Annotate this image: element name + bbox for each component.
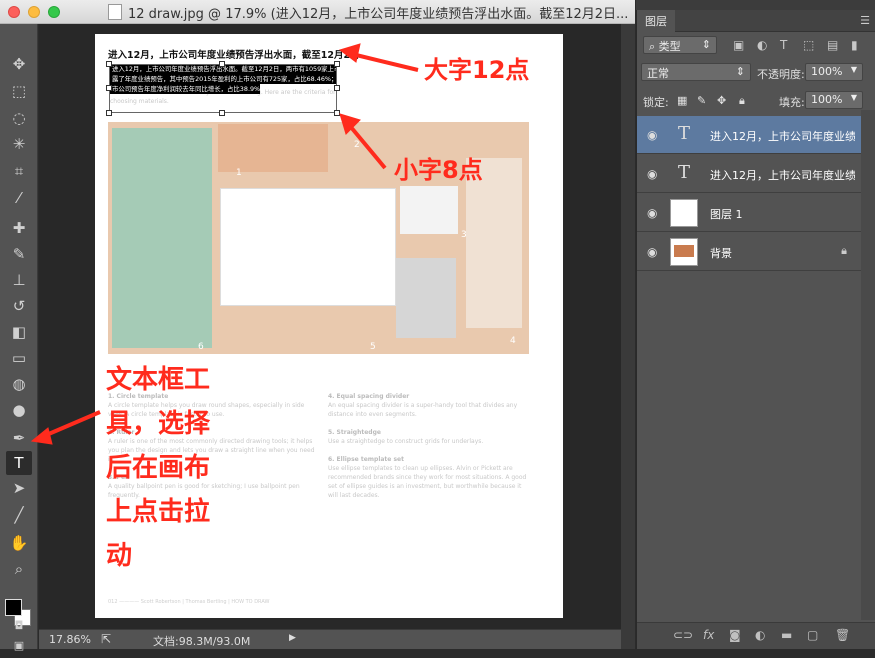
adjustment-layer-icon[interactable]: ◐ [755, 628, 765, 642]
arrow-type-tool [43, 410, 101, 438]
layer-name: 进入12月，上市公司年度业绩... [710, 130, 855, 143]
chevron-down-icon: ▼ [850, 65, 857, 74]
arrow-big-text [351, 52, 419, 72]
status-menu-arrow-icon[interactable]: ▶ [289, 633, 296, 643]
chevron-icon: ⇕ [735, 65, 745, 78]
text-layer-icon: T [677, 123, 690, 144]
eye-icon[interactable]: ◉ [647, 206, 657, 220]
layer-row[interactable]: ◉ T 进入12月，上市公司年度业绩... [637, 116, 861, 154]
filter-shape-icon[interactable]: ⬚ [803, 38, 814, 52]
document-size: 文档:98.3M/93.0M [153, 635, 251, 648]
layer-name: 进入12月，上市公司年度业绩... [710, 169, 855, 182]
panel-dock-bar [636, 0, 875, 10]
tab-layers[interactable]: 图层 [637, 10, 675, 32]
annotation-line: 上点击拉 [106, 497, 211, 527]
fill-value: 100% [811, 93, 843, 106]
annotation-tool-note: 文本框工 具，选择 后在画布 上点击拉 动 [106, 358, 210, 578]
delete-layer-icon[interactable]: 🗑︎ [835, 628, 850, 642]
layer-row[interactable]: ◉ T 进入12月，上市公司年度业绩... [637, 155, 861, 193]
filter-label: 类型 [658, 40, 681, 53]
blend-mode-value: 正常 [647, 67, 669, 80]
lock-label: 锁定: [643, 96, 669, 109]
chevron-down-icon: ▼ [850, 93, 857, 102]
layer-row[interactable]: ◉ 图层 1 [637, 194, 861, 232]
fill-field[interactable]: 100% ▼ [805, 91, 863, 109]
opacity-label: 不透明度: [757, 68, 805, 81]
layer-style-icon[interactable]: fx [703, 628, 714, 642]
panel-menu-icon[interactable]: ☰ [860, 14, 870, 27]
eye-icon[interactable]: ◉ [647, 245, 657, 259]
zoom-level[interactable]: 17.86% [49, 633, 91, 646]
layer-thumbnail [670, 199, 698, 227]
link-layers-icon[interactable]: ⊂⊃ [673, 628, 693, 642]
eye-icon[interactable]: ◉ [647, 167, 657, 181]
layer-name: 背景 [710, 247, 732, 260]
opacity-value: 100% [811, 65, 843, 78]
new-group-icon[interactable]: ▬ [781, 628, 792, 642]
annotation-small-text: 小字8点 [394, 156, 483, 184]
share-icon[interactable]: ⇱ [101, 632, 111, 646]
annotation-big-text: 大字12点 [424, 56, 530, 84]
lock-transparent-icon[interactable]: ▦ [677, 94, 687, 107]
filter-pixel-icon[interactable]: ▣ [733, 38, 744, 52]
opacity-field[interactable]: 100% ▼ [805, 63, 863, 81]
lock-position-icon[interactable]: ✥ [717, 94, 726, 107]
panel-scrollbar[interactable] [861, 110, 875, 620]
chevron-icon: ⇕ [701, 38, 711, 51]
blend-mode-select[interactable]: 正常 ⇕ [641, 63, 751, 81]
layer-filter-select[interactable]: ⌕ 类型 ⇕ [643, 36, 717, 54]
arrow-head [339, 113, 361, 135]
lock-pixels-icon[interactable]: ✎ [697, 94, 706, 107]
add-mask-icon[interactable]: ◙ [729, 628, 741, 642]
arrow-small-text [348, 124, 387, 170]
filter-type-icon[interactable]: T [780, 38, 787, 52]
panel-header: 图层 ☰ [637, 10, 875, 32]
filter-toggle-icon[interactable]: ▮ [851, 38, 858, 52]
annotation-line: 动 [106, 541, 133, 571]
filter-smart-object-icon[interactable]: ▤ [827, 38, 838, 52]
lock-all-icon[interactable]: 🔒︎ [739, 94, 745, 108]
lock-icon: 🔒︎ [841, 244, 847, 257]
layers-panel-footer: ⊂⊃ fx ◙ ◐ ▬ ▢ 🗑︎ [637, 622, 875, 649]
eye-icon[interactable]: ◉ [647, 128, 657, 142]
arrow-head [30, 427, 53, 445]
text-layer-icon: T [677, 162, 690, 183]
thumbnail-image [674, 245, 694, 257]
layers-panel: 图层 ☰ ⌕ 类型 ⇕ ▣ ◐ T ⬚ ▤ ▮ 正常 ⇕ 不透明度: 100% ▼ … [636, 10, 875, 649]
status-bar: 17.86% ⇱ 文档:98.3M/93.0M ▶ [39, 629, 621, 649]
layer-thumbnail [670, 238, 698, 266]
annotation-line: 具，选择 [106, 409, 211, 439]
new-layer-icon[interactable]: ▢ [807, 628, 818, 642]
arrow-head [338, 43, 361, 63]
fill-label: 填充: [779, 96, 805, 109]
layer-name: 图层 1 [710, 208, 743, 221]
annotation-line: 文本框工 [106, 365, 211, 395]
layer-row[interactable]: ◉ 背景 🔒︎ [637, 233, 861, 271]
annotation-line: 后在画布 [106, 453, 211, 483]
filter-adjustment-icon[interactable]: ◐ [757, 38, 767, 52]
